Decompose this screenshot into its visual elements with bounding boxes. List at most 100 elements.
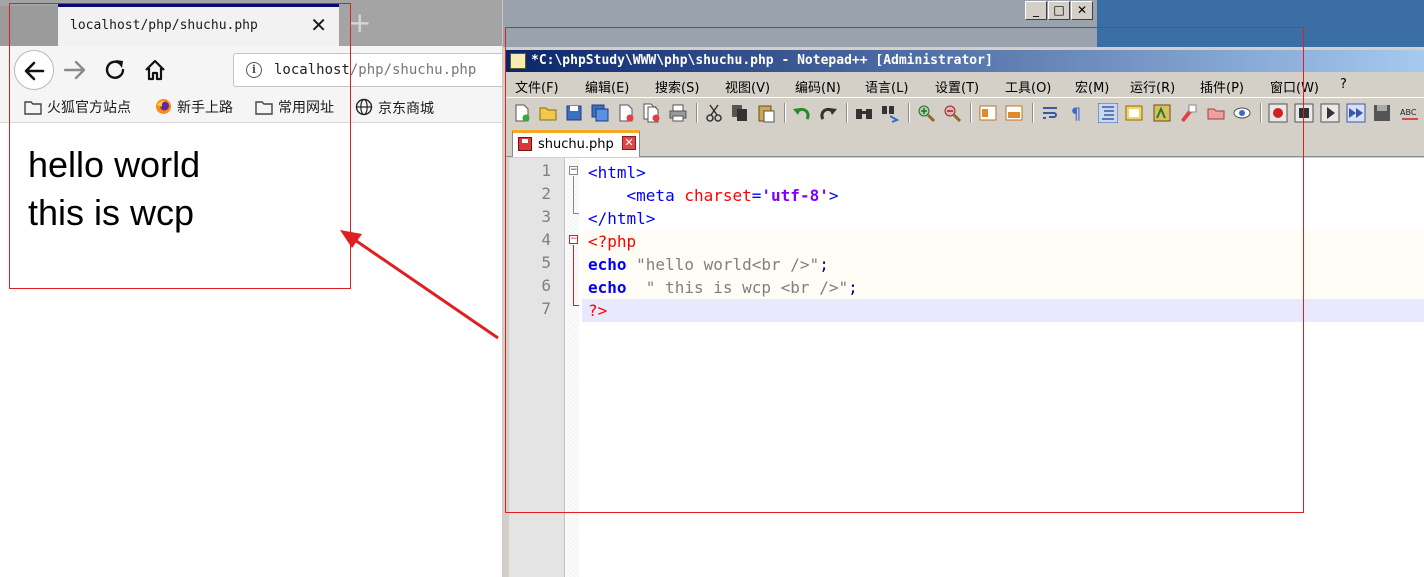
- fold-toggle-icon[interactable]: −: [569, 235, 578, 244]
- unsaved-file-icon: [518, 137, 532, 151]
- info-icon[interactable]: i: [246, 62, 262, 78]
- bookmark-item[interactable]: 火狐官方站点: [24, 98, 131, 118]
- record-macro-icon[interactable]: [1268, 103, 1288, 123]
- document-tabs: shuchu.php ✕: [506, 128, 1424, 157]
- back-arrow-icon: [24, 61, 45, 81]
- word-wrap-icon[interactable]: [1040, 103, 1060, 123]
- function-list-icon[interactable]: [1152, 103, 1172, 123]
- folder-workspace-icon[interactable]: [1178, 103, 1198, 123]
- url-host: localhost: [274, 62, 350, 78]
- stop-macro-icon[interactable]: [1294, 103, 1314, 123]
- echo-keyword: echo: [588, 255, 627, 274]
- menu-plugins[interactable]: 插件(P): [1200, 77, 1244, 96]
- monitor-eye-icon[interactable]: [1232, 103, 1252, 123]
- menu-language[interactable]: 语言(L): [865, 77, 908, 96]
- code-line: <html>: [588, 161, 646, 184]
- close-tab-icon[interactable]: ✕: [310, 13, 327, 37]
- notepad-icon: [510, 53, 526, 69]
- forward-button[interactable]: [60, 56, 90, 84]
- menu-settings[interactable]: 设置(T): [935, 77, 979, 96]
- paste-icon[interactable]: [756, 103, 776, 123]
- back-button[interactable]: [14, 50, 54, 90]
- meta-eq: =: [751, 186, 762, 205]
- toolbar-separator: [908, 103, 910, 123]
- folder-icon[interactable]: [1206, 103, 1226, 123]
- minimize-button[interactable]: _: [1025, 1, 1047, 20]
- menu-encoding[interactable]: 编码(N): [795, 77, 841, 96]
- new-file-icon[interactable]: [512, 103, 532, 123]
- menu-file[interactable]: 文件(F): [515, 77, 559, 96]
- save-all-icon[interactable]: [590, 103, 610, 123]
- close-window-button[interactable]: ✕: [1071, 1, 1093, 20]
- menu-help[interactable]: ?: [1340, 77, 1347, 92]
- tab-shuchu-php[interactable]: shuchu.php ✕: [512, 130, 640, 157]
- code-editor[interactable]: 1 2 3 4 5 6 7 − − <html> <meta charset='…: [509, 158, 1424, 577]
- code-line: </html>: [588, 207, 655, 230]
- reload-button[interactable]: [101, 56, 131, 84]
- menu-search[interactable]: 搜索(S): [655, 77, 699, 96]
- run-macro-multiple-icon[interactable]: [1346, 103, 1366, 123]
- tab-label: shuchu.php: [538, 137, 614, 152]
- sync-vertical-icon[interactable]: [978, 103, 998, 123]
- bookmark-item[interactable]: 常用网址: [255, 98, 334, 118]
- close-tab-icon[interactable]: ✕: [622, 136, 636, 150]
- fold-toggle-icon[interactable]: −: [569, 166, 578, 175]
- indent-guide-icon[interactable]: [1098, 103, 1118, 123]
- copy-icon[interactable]: [730, 103, 750, 123]
- bookmark-label: 新手上路: [177, 100, 233, 116]
- show-all-chars-icon[interactable]: ¶: [1066, 103, 1086, 123]
- url-path: /php/shuchu.php: [349, 62, 477, 78]
- fold-end: [573, 213, 579, 214]
- play-macro-icon[interactable]: [1320, 103, 1340, 123]
- title-bar[interactable]: *C:\phpStudy\WWW\php\shuchu.php - Notepa…: [506, 50, 1424, 72]
- close-all-icon[interactable]: [642, 103, 662, 123]
- spellcheck-icon[interactable]: ABC: [1400, 103, 1420, 123]
- code-line: <?php: [588, 230, 636, 253]
- save-macro-icon[interactable]: [1372, 103, 1392, 123]
- tab-strip: localhost/php/shuchu.php ✕ +: [0, 0, 502, 46]
- zoom-out-icon[interactable]: [942, 103, 962, 123]
- undo-icon[interactable]: [792, 103, 812, 123]
- menu-run[interactable]: 运行(R): [1130, 77, 1175, 96]
- meta-open: <meta: [626, 186, 685, 205]
- find-icon[interactable]: [854, 103, 874, 123]
- line-number: 1: [541, 161, 551, 180]
- menu-view[interactable]: 视图(V): [725, 77, 770, 96]
- doc-map-icon[interactable]: [1124, 103, 1144, 123]
- tab-shuchu[interactable]: localhost/php/shuchu.php ✕: [58, 4, 339, 46]
- semicolon: ;: [819, 255, 829, 274]
- echo-keyword: echo: [588, 278, 627, 297]
- redo-icon[interactable]: [818, 103, 838, 123]
- line-number: 5: [541, 253, 551, 272]
- bookmark-item[interactable]: 京东商城: [355, 98, 434, 118]
- desktop-screenshot: localhost/php/shuchu.php ✕ + i localhost…: [0, 0, 1424, 577]
- fold-line: [573, 176, 574, 213]
- php-open-tag: <?php: [588, 232, 637, 251]
- home-button[interactable]: [140, 56, 170, 84]
- home-icon: [145, 59, 165, 81]
- toolbar-separator: [1260, 103, 1262, 123]
- forward-arrow-icon: [63, 60, 86, 80]
- close-file-icon[interactable]: [616, 103, 636, 123]
- open-file-icon[interactable]: [538, 103, 558, 123]
- menu-macro[interactable]: 宏(M): [1075, 77, 1109, 96]
- save-icon[interactable]: [564, 103, 584, 123]
- print-icon[interactable]: [668, 103, 688, 123]
- bookmark-label: 常用网址: [278, 100, 334, 116]
- new-tab-icon[interactable]: +: [348, 8, 371, 38]
- maximize-button[interactable]: □: [1048, 1, 1070, 20]
- line-number: 6: [541, 276, 551, 295]
- sync-horizontal-icon[interactable]: [1004, 103, 1024, 123]
- menu-tools[interactable]: 工具(O): [1005, 77, 1051, 96]
- menu-edit[interactable]: 编辑(E): [585, 77, 629, 96]
- replace-icon[interactable]: [880, 103, 900, 123]
- menu-window[interactable]: 窗口(W): [1270, 77, 1319, 96]
- zoom-in-icon[interactable]: [916, 103, 936, 123]
- cut-icon[interactable]: [704, 103, 724, 123]
- bookmark-item[interactable]: 新手上路: [155, 98, 233, 118]
- output-line: hello world: [28, 144, 201, 185]
- code-line: echo "hello world<br />";: [588, 253, 829, 276]
- window-title: *C:\phpStudy\WWW\php\shuchu.php - Notepa…: [531, 53, 993, 68]
- address-bar[interactable]: i localhost/php/shuchu.php: [233, 53, 502, 87]
